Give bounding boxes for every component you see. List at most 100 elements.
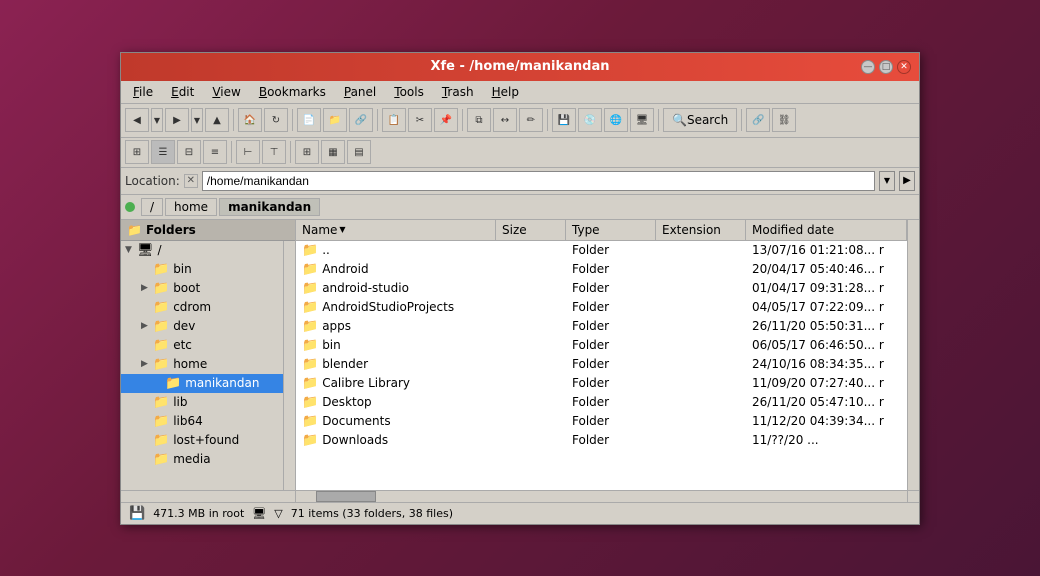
file-size (496, 420, 566, 422)
menu-file[interactable]: File (125, 83, 161, 101)
separator-3 (377, 109, 378, 131)
menu-bookmarks[interactable]: Bookmarks (251, 83, 334, 101)
drive-button[interactable]: 💾 (552, 108, 576, 132)
sidebar-header: 📁 Folders (121, 220, 295, 241)
view-grid2[interactable]: ▦ (321, 140, 345, 164)
rename-button[interactable]: ✏ (519, 108, 543, 132)
file-ext (656, 306, 746, 308)
table-row[interactable]: 📁bin Folder 06/05/17 06:46:50... r (296, 336, 907, 355)
col-header-date[interactable]: Modified date (746, 220, 907, 240)
table-row[interactable]: 📁Desktop Folder 26/11/20 05:47:10... r (296, 393, 907, 412)
terminal-button[interactable]: 🖥 (630, 108, 654, 132)
menu-trash[interactable]: Trash (434, 83, 482, 101)
folder-icon: 📁 (302, 243, 318, 258)
tree-item-home[interactable]: ▶ 📁 home (121, 355, 283, 374)
menu-edit[interactable]: Edit (163, 83, 202, 101)
cut-button[interactable]: ✂ (408, 108, 432, 132)
main-window: Xfe - /home/manikandan — □ ✕ File Edit V… (120, 52, 920, 525)
file-size (496, 363, 566, 365)
sidebar-scrollbar[interactable] (283, 241, 295, 490)
paste-button[interactable]: 📌 (434, 108, 458, 132)
home-button[interactable]: 🏠 (238, 108, 262, 132)
drive2-button[interactable]: 💿 (578, 108, 602, 132)
tree-item-media[interactable]: 📁 media (121, 450, 283, 469)
file-scrollbar[interactable] (907, 220, 919, 490)
file-ext (656, 363, 746, 365)
link2-button[interactable]: ⛓ (772, 108, 796, 132)
tree-item-lostfound[interactable]: 📁 lost+found (121, 431, 283, 450)
tree-item-cdrom[interactable]: 📁 cdrom (121, 298, 283, 317)
move-button[interactable]: ↔ (493, 108, 517, 132)
table-row[interactable]: 📁blender Folder 24/10/16 08:34:35... r (296, 355, 907, 374)
col-header-extension[interactable]: Extension (656, 220, 746, 240)
forward-button[interactable]: ▶ (165, 108, 189, 132)
view-split-h[interactable]: ⊤ (262, 140, 286, 164)
refresh-button[interactable]: ↻ (264, 108, 288, 132)
table-row[interactable]: 📁Downloads Folder 11/??/20 ... (296, 431, 907, 450)
table-row[interactable]: 📁Android Folder 20/04/17 05:40:46... r (296, 260, 907, 279)
view-detail[interactable]: ☰ (151, 140, 175, 164)
file-date: 26/11/20 05:50:31... r (746, 318, 907, 334)
breadcrumb-current[interactable]: manikandan (219, 198, 320, 216)
tree-item-lib64[interactable]: 📁 lib64 (121, 412, 283, 431)
tree-item-dev[interactable]: ▶ 📁 dev (121, 317, 283, 336)
table-row[interactable]: 📁.. Folder 13/07/16 01:21:08... r (296, 241, 907, 260)
h-scroll-thumb[interactable] (316, 491, 376, 502)
col-header-size[interactable]: Size (496, 220, 566, 240)
tree-item-manikandan[interactable]: 📁 manikandan (121, 374, 283, 393)
location-go-button[interactable]: ▶ (899, 171, 915, 191)
network-button[interactable]: 🌐 (604, 108, 628, 132)
tree-item-etc[interactable]: 📁 etc (121, 336, 283, 355)
menu-tools[interactable]: Tools (386, 83, 432, 101)
breadcrumb-root[interactable]: / (141, 198, 163, 216)
view-grid[interactable]: ⊞ (295, 140, 319, 164)
location-dropdown-button[interactable]: ▼ (879, 171, 895, 191)
h-scrollbar[interactable] (296, 491, 907, 502)
view-large-icon[interactable]: ⊟ (177, 140, 201, 164)
back-button[interactable]: ◀ (125, 108, 149, 132)
table-row[interactable]: 📁Calibre Library Folder 11/09/20 07:27:4… (296, 374, 907, 393)
breadcrumb-home[interactable]: home (165, 198, 217, 216)
file-type: Folder (566, 356, 656, 372)
new-file-button[interactable]: 📄 (297, 108, 321, 132)
back-dropdown[interactable]: ▼ (151, 108, 163, 132)
menu-help[interactable]: Help (484, 83, 527, 101)
maximize-button[interactable]: □ (879, 60, 893, 74)
tree-item-root[interactable]: ▼ 🖥 / (121, 241, 283, 260)
location-bar: Location: ✕ ▼ ▶ (121, 168, 919, 195)
location-clear-button[interactable]: ✕ (184, 174, 198, 188)
table-row[interactable]: 📁apps Folder 26/11/20 05:50:31... r (296, 317, 907, 336)
tree-item-lib[interactable]: 📁 lib (121, 393, 283, 412)
file-size (496, 401, 566, 403)
tree-item-bin[interactable]: 📁 bin (121, 260, 283, 279)
view-small-icon[interactable]: ⊞ (125, 140, 149, 164)
separator-v1 (231, 141, 232, 163)
copy2-button[interactable]: ⧉ (467, 108, 491, 132)
tree-item-boot[interactable]: ▶ 📁 boot (121, 279, 283, 298)
menu-view[interactable]: View (204, 83, 248, 101)
forward-dropdown[interactable]: ▼ (191, 108, 203, 132)
close-button[interactable]: ✕ (897, 60, 911, 74)
col-header-name[interactable]: Name ▼ (296, 220, 496, 240)
table-row[interactable]: 📁Documents Folder 11/12/20 04:39:34... r (296, 412, 907, 431)
up-button[interactable]: ▲ (205, 108, 229, 132)
table-row[interactable]: 📁android-studio Folder 01/04/17 09:31:28… (296, 279, 907, 298)
new-folder-button[interactable]: 📁 (323, 108, 347, 132)
view-split-v[interactable]: ⊢ (236, 140, 260, 164)
link-button[interactable]: 🔗 (746, 108, 770, 132)
expand-icon-boot: ▶ (141, 283, 151, 293)
location-input[interactable] (202, 171, 875, 191)
file-name: 📁Calibre Library (296, 375, 496, 392)
file-size (496, 287, 566, 289)
view-list[interactable]: ≡ (203, 140, 227, 164)
view-tree[interactable]: ▤ (347, 140, 371, 164)
table-row[interactable]: 📁AndroidStudioProjects Folder 04/05/17 0… (296, 298, 907, 317)
window-controls: — □ ✕ (861, 60, 911, 74)
copy-button[interactable]: 📋 (382, 108, 406, 132)
folder-icon-lib: 📁 (153, 395, 169, 410)
new-symlink-button[interactable]: 🔗 (349, 108, 373, 132)
col-header-type[interactable]: Type (566, 220, 656, 240)
search-button[interactable]: 🔍 Search (663, 108, 737, 132)
minimize-button[interactable]: — (861, 60, 875, 74)
menu-panel[interactable]: Panel (336, 83, 384, 101)
